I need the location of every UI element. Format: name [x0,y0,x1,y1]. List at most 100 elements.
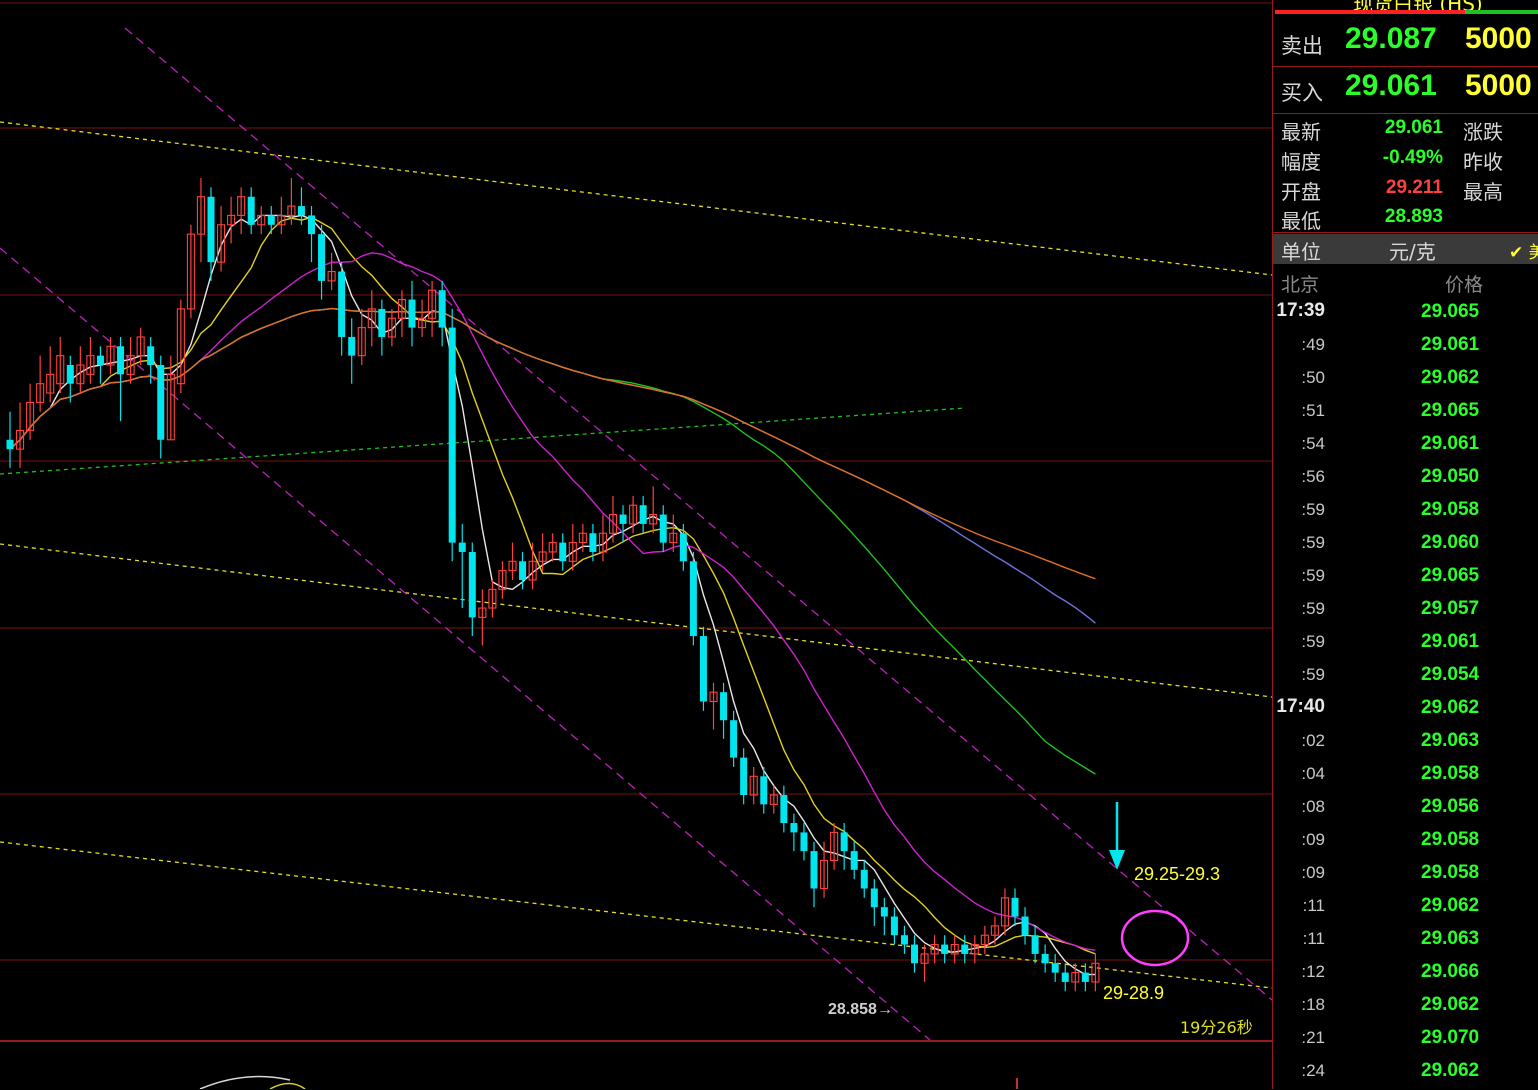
tick-price: 29.050 [1421,466,1480,487]
candle-body [810,851,818,889]
tick-row: :59 29.054 [1273,661,1538,694]
tick-price: 29.058 [1421,763,1480,784]
candlestick-chart[interactable]: 28.858→ 29.25-29.3 29-28.9 19分26秒 [0,0,1272,1089]
candle-body [6,439,14,450]
tick-row: :59 29.057 [1273,595,1538,628]
tick-price: 29.065 [1421,400,1480,421]
tick-price: 29.062 [1421,1060,1480,1081]
tick-row: :59 29.065 [1273,562,1538,595]
tick-price: 29.062 [1421,895,1480,916]
candle-body [338,271,346,337]
tick-price: 29.058 [1421,862,1480,883]
candle-body [699,636,707,702]
candle-body [207,196,215,263]
candle-body [589,533,597,552]
tick-row: 17:39 29.065 [1273,298,1538,331]
candle-body [850,851,858,870]
stat-label-secondary: 最高 [1463,180,1503,204]
tick-row: :54 29.061 [1273,430,1538,463]
tick-time: :59 [1301,599,1325,618]
tick-time: :24 [1301,1061,1325,1080]
candle-body [880,907,888,917]
candle-body [1051,963,1059,973]
candle-body [911,944,918,964]
tick-price: 29.065 [1421,565,1480,586]
tick-row: :21 29.070 [1273,1024,1538,1057]
stat-row: 幅度 -0.49% 昨收 [1273,144,1538,174]
stat-row: 开盘 29.211 最高 [1273,174,1538,204]
tick-row: :11 29.063 [1273,925,1538,958]
candle-body [720,692,728,721]
tick-row: :04 29.058 [1273,760,1538,793]
candle-body [519,561,527,580]
tick-time: 17:40 [1276,696,1325,717]
tick-time: :12 [1301,962,1325,981]
quote-panel: 现货白银 (HS) 卖出 29.087 5000 买入 29.061 5000 … [1272,0,1538,1089]
stat-label-secondary: 涨跌 [1463,120,1503,144]
tick-time: :02 [1301,731,1325,750]
candle-body [378,308,386,337]
candle-body [267,215,275,225]
candle-body [870,888,878,908]
tick-price: 29.056 [1421,796,1480,817]
candle-body [247,196,255,225]
tick-time: :59 [1301,500,1325,519]
countdown-label: 19分26秒 [1180,1018,1253,1037]
candle-body [730,720,738,758]
unit-row[interactable]: 单位 元/克 ✔ 美 [1273,234,1538,264]
buy-price: 29.061 [1345,69,1437,102]
tick-price: 29.061 [1421,334,1480,355]
sell-row[interactable]: 卖出 29.087 5000 [1273,20,1538,67]
tick-price: 29.065 [1421,301,1480,322]
candle [699,626,707,711]
candle-body [1041,953,1049,964]
candle-body [559,542,567,562]
candle-body [157,365,165,440]
tick-row: :12 29.066 [1273,958,1538,991]
tick-time: :09 [1301,830,1325,849]
candle-body [900,935,908,945]
tick-price: 29.061 [1421,433,1480,454]
tick-time: :18 [1301,995,1325,1014]
candle-body [117,346,125,375]
stat-value: -0.49% [1382,147,1443,168]
tick-time: :54 [1301,434,1325,453]
tick-row: :11 29.062 [1273,892,1538,925]
candle-body [961,944,969,954]
ticks-header: 北京 价格 [1273,268,1538,298]
stat-label: 最低 [1281,209,1321,233]
candle-body [96,355,104,365]
stat-label: 最新 [1281,120,1321,144]
stat-value: 29.061 [1384,117,1443,138]
candle-body [468,551,476,618]
candle-body [659,514,667,543]
candle-body [619,514,627,524]
tick-row: :50 29.062 [1273,364,1538,397]
stats-table: 最新 29.061 涨跌 幅度 -0.49% 昨收 开盘 29.211 最高 最… [1273,114,1538,233]
candle-body [1011,897,1019,917]
tick-time: :49 [1301,335,1325,354]
candle-body [147,346,155,365]
candle-body [348,336,356,356]
stat-label-secondary: 昨收 [1463,150,1503,174]
unit-value: 元/克 [1389,240,1436,264]
tick-row: :49 29.061 [1273,331,1538,364]
tick-price: 29.058 [1421,499,1480,520]
buy-row[interactable]: 买入 29.061 5000 [1273,67,1538,114]
candle-body [679,533,687,562]
tick-row: :59 29.061 [1273,628,1538,661]
tick-price: 29.062 [1421,367,1480,388]
tick-row: :09 29.058 [1273,859,1538,892]
candle-body [1021,916,1029,936]
sell-price: 29.087 [1345,22,1437,55]
tick-time: :09 [1301,863,1325,882]
tick-price: 29.062 [1421,994,1480,1015]
tick-price: 29.070 [1421,1027,1480,1048]
candle-body [448,327,456,543]
title-bar-green [1465,10,1538,14]
symbol-title-row: 现货白银 (HS) [1273,0,1538,14]
candle-body [1061,972,1069,982]
tick-time: :21 [1301,1028,1325,1047]
usd-toggle[interactable]: ✔ 美 [1509,238,1538,263]
buy-volume: 5000 [1465,69,1532,102]
